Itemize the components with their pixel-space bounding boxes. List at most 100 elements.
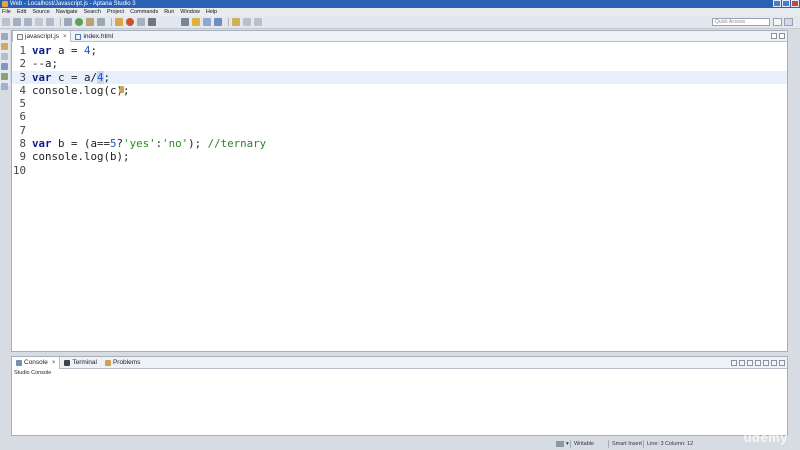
open-perspective-icon[interactable] [773, 18, 782, 26]
line-number: 4 [19, 83, 26, 97]
maximize-editor-icon[interactable] [779, 33, 785, 39]
line-number: 5 [19, 97, 26, 111]
code-text: c = a/ [51, 70, 98, 84]
insert-mode-status: Smart Insert [612, 441, 642, 447]
samples-icon[interactable] [1, 63, 8, 70]
code-line-8: 8 var b = (a== 5?'yes':'no'); //ternary [12, 137, 787, 150]
line-number: 2 [19, 57, 26, 71]
web-perspective-icon[interactable] [784, 18, 793, 26]
save-icon[interactable] [13, 18, 21, 26]
annotation-icon[interactable] [232, 18, 240, 26]
outline-view-icon[interactable] [1, 53, 8, 60]
wand-icon[interactable] [181, 18, 189, 26]
new-file-icon[interactable] [2, 18, 10, 26]
run-icon[interactable] [75, 18, 83, 26]
code-line-9: 9 console.log(b); [12, 150, 787, 163]
project-explorer-icon[interactable] [1, 33, 8, 40]
tab-label: Console [24, 359, 48, 366]
keyword: var [32, 70, 52, 84]
status-bar: ▾ Writable Smart Insert Line: 3 Column: … [0, 438, 800, 450]
maximize-panel-icon[interactable] [779, 360, 785, 366]
tab-javascript-js[interactable]: javascript.js × [12, 31, 72, 42]
app-explorer-icon[interactable] [1, 43, 8, 50]
lightning-icon[interactable] [192, 18, 200, 26]
stop-icon[interactable] [126, 18, 134, 26]
console-actions [731, 360, 785, 366]
code-text: a = [51, 44, 85, 57]
format-icon[interactable] [203, 18, 211, 26]
save-all-icon[interactable] [24, 18, 32, 26]
menu-help[interactable]: Help [206, 9, 217, 15]
menu-search[interactable]: Search [84, 9, 101, 15]
close-icon[interactable]: × [63, 34, 67, 40]
toolbar-separator [228, 18, 229, 26]
nav-forward-icon[interactable] [254, 18, 262, 26]
keyword: var [32, 137, 52, 151]
aptana-logo-icon [2, 1, 8, 7]
scroll-lock-icon[interactable] [739, 360, 745, 366]
terminal-icon[interactable] [148, 18, 156, 26]
line-number: 10 [12, 163, 26, 177]
menu-navigate[interactable]: Navigate [56, 9, 78, 15]
code-body[interactable]: 1 var a = 4; 2 --a; 3 var c = a/4; 4 con… [12, 44, 787, 177]
html-file-icon [75, 33, 82, 40]
keyword: var [32, 44, 52, 57]
git-icon[interactable] [1, 73, 8, 80]
tab-console[interactable]: Console × [12, 356, 61, 369]
status-separator [570, 440, 571, 448]
main-toolbar [0, 16, 800, 29]
external-tools-icon[interactable] [97, 18, 105, 26]
terminal-icon [64, 359, 71, 366]
menu-run[interactable]: Run [164, 9, 174, 15]
maximize-icon[interactable] [782, 0, 790, 7]
server-icon[interactable] [137, 18, 145, 26]
line-number: 1 [19, 44, 26, 57]
code-line-4: 4 console.log(c); [12, 84, 787, 97]
debug-icon[interactable] [86, 18, 94, 26]
menu-edit[interactable]: Edit [17, 9, 26, 15]
code-text: ; [103, 70, 111, 84]
deploy-icon[interactable] [115, 18, 123, 26]
code-line-5: 5 [12, 97, 787, 110]
title-bar: Web - Localhost/Javascript.js - Aptana S… [0, 0, 800, 8]
console-icon [16, 359, 22, 366]
nav-back-icon[interactable] [243, 18, 251, 26]
clear-console-icon[interactable] [731, 360, 737, 366]
trim-icon[interactable] [556, 441, 564, 447]
quick-access-input[interactable]: Quick Access [712, 18, 770, 26]
pin-console-icon[interactable] [747, 360, 753, 366]
ide-window: Web - Localhost/Javascript.js - Aptana S… [0, 0, 800, 450]
tab-problems[interactable]: Problems [101, 357, 144, 369]
minimize-panel-icon[interactable] [771, 360, 777, 366]
menu-project[interactable]: Project [107, 9, 124, 15]
close-window-icon[interactable] [791, 0, 799, 7]
minimize-editor-icon[interactable] [771, 33, 777, 39]
outline-icon[interactable] [214, 18, 222, 26]
menu-window[interactable]: Window [180, 9, 200, 15]
menu-commands[interactable]: Commands [130, 9, 158, 15]
code-text: ); [188, 137, 208, 151]
code-text: console.log(c); [32, 83, 130, 97]
dropdown-chevron-icon[interactable]: ▾ [566, 441, 569, 447]
restore-view-icon[interactable] [1, 83, 8, 90]
display-console-icon[interactable] [755, 360, 761, 366]
tab-index-html[interactable]: index.html [71, 31, 117, 42]
print-icon[interactable] [35, 18, 43, 26]
code-line-1: 1 var a = 4; [12, 44, 787, 57]
tab-label: Problems [112, 359, 141, 366]
minimize-icon[interactable] [773, 0, 781, 7]
tab-terminal[interactable]: Terminal [60, 357, 101, 369]
status-separator [643, 440, 644, 448]
js-file-icon [17, 33, 23, 40]
toolbar-separator [111, 18, 112, 26]
menu-bar: File Edit Source Navigate Search Project… [0, 8, 800, 16]
menu-source[interactable]: Source [32, 9, 49, 15]
tab-label: Terminal [72, 359, 97, 366]
menu-file[interactable]: File [2, 9, 11, 15]
code-text: --a; [32, 57, 59, 71]
open-console-icon[interactable] [763, 360, 769, 366]
build-icon[interactable] [64, 18, 72, 26]
properties-icon[interactable] [46, 18, 54, 26]
close-icon[interactable]: × [52, 360, 56, 366]
writable-status: Writable [574, 441, 595, 447]
